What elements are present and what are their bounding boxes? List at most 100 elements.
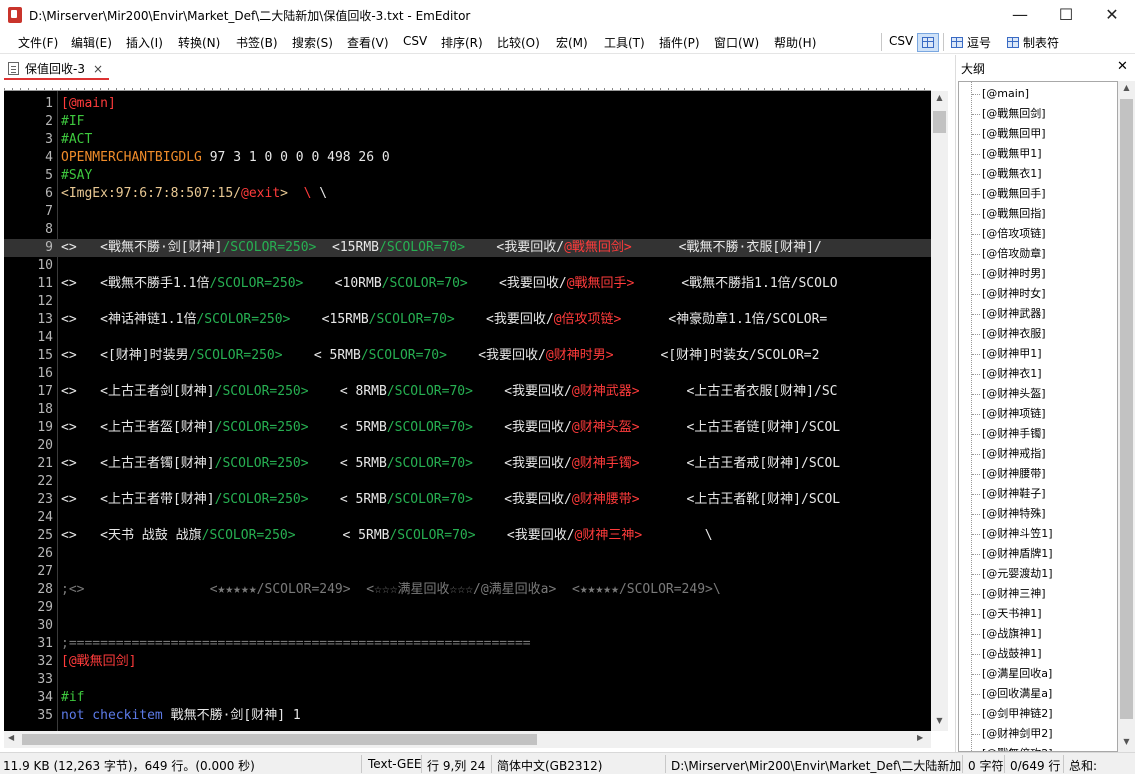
scroll-left-arrow[interactable]: ◀ (8, 733, 14, 742)
code-line[interactable]: 24 (4, 509, 931, 527)
text-editor[interactable]: 1 [@main] 2 #IF 3 #ACT 4 OPENMERCHANTBIGDLG 97 … (4, 91, 931, 731)
outline-item[interactable]: [@财神头盔] (982, 384, 1046, 404)
outline-item[interactable]: [@财神鞋子] (982, 484, 1046, 504)
outline-item[interactable]: [@财神衣1] (982, 364, 1042, 384)
outline-item[interactable]: [@戰無回甲] (982, 124, 1046, 144)
horizontal-scroll-thumb[interactable] (22, 734, 537, 745)
menu-convert[interactable]: 转换(N) (178, 34, 220, 51)
outline-item[interactable]: [@main] (982, 84, 1029, 104)
menu-tools[interactable]: 工具(T) (604, 34, 645, 51)
outline-item[interactable]: [@天书神1] (982, 604, 1042, 624)
code-line[interactable]: 11 <> <戰無不勝手1.1倍/SCOLOR=250> <10RMB/SCOLO… (4, 275, 931, 293)
code-line[interactable]: 23 <> <上古王者带[财神]/SCOLOR=250> < 5RMB/SCOLO… (4, 491, 931, 509)
menu-csv[interactable]: CSV (403, 34, 427, 48)
outline-item[interactable]: [@财神腰带] (982, 464, 1046, 484)
outline-close-icon[interactable]: ✕ (1117, 59, 1128, 74)
outline-item[interactable]: [@财神项链] (982, 404, 1046, 424)
tab-close-icon[interactable]: × (93, 62, 103, 76)
csv-grid-toggle-button[interactable] (917, 33, 939, 52)
outline-item[interactable]: [@战旗神1] (982, 624, 1042, 644)
outline-item[interactable]: [@元婴渡劫1] (982, 564, 1053, 584)
code-line[interactable]: 35 not checkitem 戰無不勝·剑[财神] 1 (4, 707, 931, 725)
code-line[interactable]: 22 (4, 473, 931, 491)
code-line[interactable]: 5 #SAY (4, 167, 931, 185)
menu-search[interactable]: 搜索(S) (292, 34, 333, 51)
code-line[interactable]: 31 ;=====================================… (4, 635, 931, 653)
outline-item[interactable]: [@财神三神] (982, 584, 1046, 604)
code-line[interactable]: 32 [@戰無回剑] (4, 653, 931, 671)
code-line[interactable]: 6 <ImgEx:97:6:7:8:507:15/@exit> \ \ (4, 185, 931, 203)
status-cursor-position[interactable]: 行 9,列 24 (427, 757, 485, 774)
emeditor-app-icon[interactable] (8, 7, 22, 23)
outline-item[interactable]: [@戰無回手] (982, 184, 1046, 204)
menu-macros[interactable]: 宏(M) (556, 34, 588, 51)
outline-item[interactable]: [@戰無甲1] (982, 144, 1042, 164)
code-line[interactable]: 17 <> <上古王者剑[财神]/SCOLOR=250> < 8RMB/SCOLO… (4, 383, 931, 401)
menu-compare[interactable]: 比较(O) (497, 34, 540, 51)
code-line[interactable]: 9 <> <戰無不勝·剑[财神]/SCOLOR=250> <15RMB/SCOLO… (4, 239, 931, 257)
outline-item[interactable]: [@回收满星a] (982, 684, 1052, 704)
vertical-scrollbar[interactable]: ▲ ▼ (931, 91, 948, 731)
menu-help[interactable]: 帮助(H) (774, 34, 816, 51)
status-mode[interactable]: Text-GEE (368, 757, 422, 771)
close-window-button[interactable]: ✕ (1089, 0, 1135, 30)
code-line[interactable]: 27 (4, 563, 931, 581)
code-line[interactable]: 25 <> <天书 战鼓 战旗/SCOLOR=250> < 5RMB/SCOLOR… (4, 527, 931, 545)
comma-mode-button[interactable]: 逗号 (951, 34, 991, 51)
code-line[interactable]: 3 #ACT (4, 131, 931, 149)
code-line[interactable]: 16 (4, 365, 931, 383)
scroll-up-arrow[interactable]: ▲ (931, 93, 948, 102)
code-line[interactable]: 2 #IF (4, 113, 931, 131)
outline-item[interactable]: [@满星回收a] (982, 664, 1052, 684)
outline-item[interactable]: [@财神衣服] (982, 324, 1046, 344)
horizontal-scrollbar[interactable]: ◀ ▶ (4, 731, 931, 748)
outline-item[interactable]: [@戰無衣1] (982, 164, 1042, 184)
code-line[interactable]: 10 (4, 257, 931, 275)
outline-tree[interactable]: [@main] [@戰無回剑] [@戰無回甲] [@戰無甲1] [@戰無衣1] [@戰無回… (958, 81, 1118, 752)
menu-plugins[interactable]: 插件(P) (659, 34, 700, 51)
menu-file[interactable]: 文件(F) (18, 34, 58, 51)
code-line[interactable]: 20 (4, 437, 931, 455)
outline-item[interactable]: [@财神时女] (982, 284, 1046, 304)
code-line[interactable]: 26 (4, 545, 931, 563)
code-line[interactable]: 4 OPENMERCHANTBIGDLG 97 3 1 0 0 0 0 498 2… (4, 149, 931, 167)
vertical-scroll-thumb[interactable] (933, 111, 946, 133)
code-line[interactable]: 18 (4, 401, 931, 419)
menu-insert[interactable]: 插入(I) (126, 34, 163, 51)
outline-item[interactable]: [@剑甲神链2] (982, 704, 1053, 724)
code-line[interactable]: 15 <> <[财神]时装男/SCOLOR=250> < 5RMB/SCOLOR=… (4, 347, 931, 365)
outline-item[interactable]: [@戰無倍攻2] (982, 744, 1053, 751)
outline-item[interactable]: [@财神斗笠1] (982, 524, 1053, 544)
outline-item[interactable]: [@倍攻项链] (982, 224, 1046, 244)
outline-item[interactable]: [@戰無回剑] (982, 104, 1046, 124)
csv-mode-button[interactable]: CSV (889, 34, 913, 48)
outline-item[interactable]: [@财神武器] (982, 304, 1046, 324)
outline-item[interactable]: [@财神时男] (982, 264, 1046, 284)
code-line[interactable]: 8 (4, 221, 931, 239)
code-line[interactable]: 30 (4, 617, 931, 635)
document-tab[interactable]: 保值回收-3 × (4, 57, 110, 80)
menu-window[interactable]: 窗口(W) (714, 34, 759, 51)
outline-scrollbar[interactable]: ▲ ▼ (1118, 81, 1135, 752)
code-line[interactable]: 34 #if (4, 689, 931, 707)
outline-item[interactable]: [@财神剑甲2] (982, 724, 1053, 744)
menu-edit[interactable]: 编辑(E) (71, 34, 112, 51)
outline-item[interactable]: [@倍攻勋章] (982, 244, 1046, 264)
minimize-button[interactable]: — (997, 0, 1043, 30)
status-encoding[interactable]: 简体中文(GB2312) (497, 757, 602, 774)
outline-item[interactable]: [@财神特殊] (982, 504, 1046, 524)
tab-separated-mode-button[interactable]: 制表符 (1007, 34, 1059, 51)
scroll-down-arrow[interactable]: ▼ (1118, 737, 1135, 746)
menu-sort[interactable]: 排序(R) (441, 34, 483, 51)
code-line[interactable]: 1 [@main] (4, 95, 931, 113)
code-line[interactable]: 21 <> <上古王者镯[财神]/SCOLOR=250> < 5RMB/SCOLO… (4, 455, 931, 473)
code-line[interactable]: 19 <> <上古王者盔[财神]/SCOLOR=250> < 5RMB/SCOLO… (4, 419, 931, 437)
outline-item[interactable]: [@战鼓神1] (982, 644, 1042, 664)
outline-item[interactable]: [@财神戒指] (982, 444, 1046, 464)
maximize-button[interactable]: ☐ (1043, 0, 1089, 30)
outline-item[interactable]: [@财神甲1] (982, 344, 1042, 364)
code-line[interactable]: 29 (4, 599, 931, 617)
scroll-down-arrow[interactable]: ▼ (931, 716, 948, 725)
outline-item[interactable]: [@财神手镯] (982, 424, 1046, 444)
outline-item[interactable]: [@财神盾牌1] (982, 544, 1053, 564)
